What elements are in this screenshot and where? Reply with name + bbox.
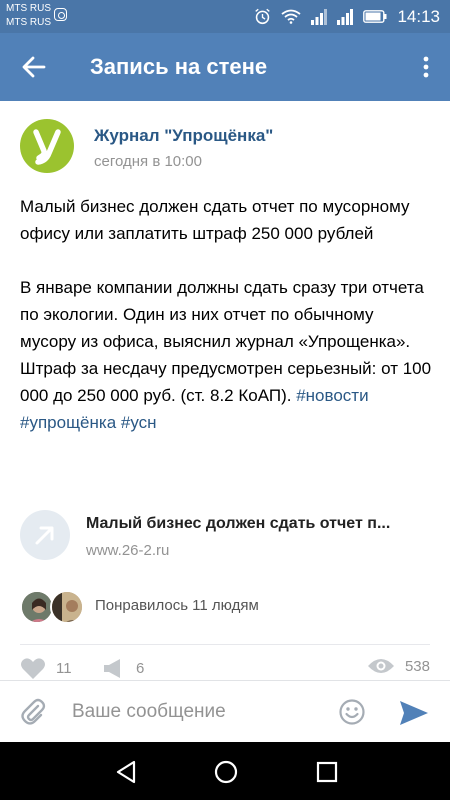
status-bar: MTS RUS MTS RUS 14:13 — [0, 0, 450, 33]
liker-avatar — [50, 590, 84, 624]
signal-icon — [311, 8, 328, 25]
post-headline: Малый бизнес должен сдать отчет по мусор… — [20, 197, 410, 243]
post-body-text: В январе компании должны сдать сразу три… — [20, 278, 432, 405]
megaphone-icon — [104, 659, 120, 678]
status-icons: 14:13 — [254, 0, 440, 33]
signal-icon — [337, 8, 354, 25]
page-title: Запись на стене — [90, 54, 268, 79]
back-button[interactable] — [14, 49, 54, 85]
system-navigation-bar — [0, 742, 450, 800]
more-options-button[interactable] — [416, 49, 436, 85]
paperclip-icon[interactable] — [18, 697, 48, 727]
link-title: Малый бизнес должен сдать отчет п... — [86, 515, 391, 532]
share-button[interactable]: 6 — [102, 657, 144, 680]
author-name[interactable]: Журнал "Упрощёнка" — [94, 126, 273, 146]
likes-count: 11 — [56, 660, 72, 677]
send-icon[interactable] — [398, 699, 430, 727]
message-input[interactable] — [72, 695, 322, 729]
external-link-arrow-icon — [35, 526, 54, 545]
nav-recents-square-icon[interactable] — [313, 758, 341, 786]
carrier-label: MTS RUS — [6, 3, 51, 14]
app-bar: Запись на стене — [0, 33, 450, 101]
likers-text: Понравилось 11 людям — [95, 597, 259, 614]
post-text: Малый бизнес должен сдать отчет по мусор… — [20, 193, 432, 436]
emoji-icon[interactable] — [338, 698, 366, 726]
heart-icon — [21, 658, 45, 679]
carrier-label: MTS RUS — [6, 17, 51, 28]
author-avatar[interactable] — [20, 119, 74, 173]
uproshchenka-logo-icon — [33, 129, 61, 165]
post-date[interactable]: сегодня в 10:00 — [94, 153, 202, 170]
hashtag-link[interactable]: #новости — [296, 386, 368, 405]
post-stats: 11 6 538 — [20, 657, 435, 681]
eye-icon — [367, 659, 394, 673]
hashtag-link[interactable]: #упрощёнка — [20, 413, 116, 432]
instagram-icon — [54, 8, 67, 21]
wifi-icon — [281, 9, 302, 24]
link-url: www.26-2.ru — [86, 542, 170, 559]
divider — [20, 644, 430, 645]
alarm-icon — [255, 8, 271, 25]
nav-home-circle-icon[interactable] — [212, 758, 240, 786]
views-counter: 538 — [367, 657, 430, 675]
like-button[interactable]: 11 — [20, 657, 72, 680]
shares-count: 6 — [136, 660, 145, 677]
views-count: 538 — [404, 657, 430, 675]
screen: MTS RUS MTS RUS 14:13 Запись на стене Жу… — [0, 0, 450, 800]
more-vertical-icon — [423, 56, 429, 78]
post-body: В январе компании должны сдать сразу три… — [20, 274, 432, 436]
arrow-back-icon — [22, 56, 46, 78]
link-attachment[interactable]: Малый бизнес должен сдать отчет п... www… — [20, 506, 435, 566]
person-photo-icon — [52, 592, 82, 622]
message-composer — [0, 680, 450, 742]
liker-avatar — [20, 590, 54, 624]
clock: 14:13 — [397, 6, 440, 26]
hashtag-link[interactable]: #усн — [121, 413, 157, 432]
battery-icon — [363, 10, 387, 23]
link-icon-circle — [20, 510, 70, 560]
nav-back-triangle-icon[interactable] — [112, 758, 140, 786]
likers-row[interactable]: Понравилось 11 людям — [20, 588, 440, 628]
